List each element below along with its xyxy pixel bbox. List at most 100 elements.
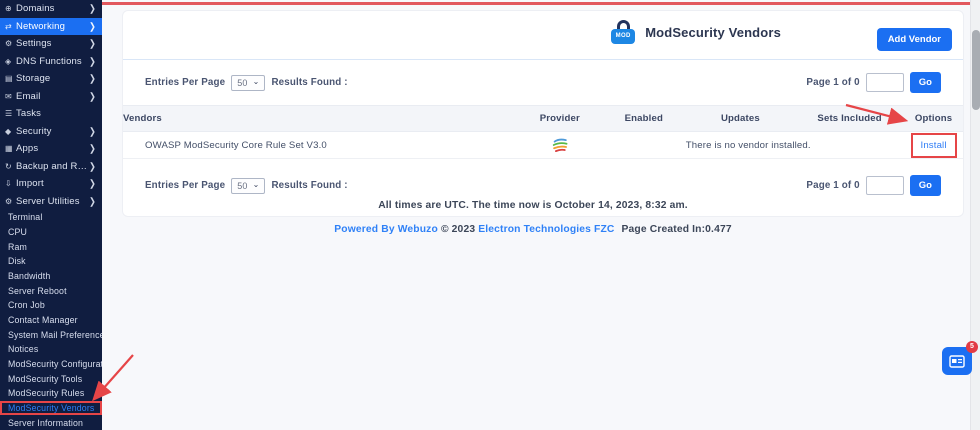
storage-icon: ▤: [5, 74, 16, 83]
sidebar-item-modsecurity-tools[interactable]: ModSecurity Tools: [0, 371, 102, 386]
page: ⊕ Domains ❯ ⇄ Networking ❯ ⚙ Settings ❯ …: [0, 0, 980, 430]
owasp-crs-logo-icon: [551, 136, 569, 154]
page-number-input[interactable]: [866, 73, 904, 92]
provider-cell: [518, 136, 602, 154]
sidebar: ⊕ Domains ❯ ⇄ Networking ❯ ⚙ Settings ❯ …: [0, 0, 102, 430]
page-number-input[interactable]: [866, 176, 904, 195]
chevron-right-icon: ❯: [89, 56, 96, 67]
chevron-right-icon: ❯: [89, 3, 96, 14]
newspaper-icon: [949, 355, 965, 368]
results-found-label: Results Found :: [271, 77, 347, 88]
entries-per-page-select[interactable]: 50 ⌄: [231, 75, 265, 91]
sidebar-item-tasks[interactable]: ☰ Tasks: [0, 105, 102, 123]
install-annotation-box: Install: [911, 133, 957, 158]
entries-per-page-label: Entries Per Page: [145, 180, 225, 191]
modsecurity-vendors-card: MOD ModSecurity Vendors Add Vendor Entri…: [122, 10, 964, 217]
entries-per-page-label: Entries Per Page: [145, 77, 225, 88]
options-cell: Install: [904, 133, 963, 158]
chevron-right-icon: ❯: [89, 178, 96, 189]
news-widget-button[interactable]: 5: [942, 347, 972, 375]
column-header-vendors: Vendors: [123, 106, 518, 131]
page-indicator: Page 1 of 0: [806, 77, 859, 88]
column-header-options: Options: [904, 106, 963, 131]
sidebar-item-dns-functions[interactable]: ◈ DNS Functions ❯: [0, 53, 102, 71]
backup-restore-icon: ↻: [5, 162, 16, 171]
sidebar-item-storage[interactable]: ▤ Storage ❯: [0, 70, 102, 88]
chevron-down-icon: ⌄: [253, 180, 260, 189]
install-link[interactable]: Install: [921, 140, 947, 151]
electron-technologies-link[interactable]: Electron Technologies FZC: [478, 224, 614, 235]
chevron-down-icon: ⌄: [253, 77, 260, 86]
sidebar-item-system-mail-preferences[interactable]: System Mail Preferences: [0, 327, 102, 342]
apps-icon: ▦: [5, 144, 16, 153]
wrench-icon: ⚙: [5, 39, 16, 48]
sidebar-item-domains[interactable]: ⊕ Domains ❯: [0, 0, 102, 18]
column-header-sets-included: Sets Included: [795, 106, 904, 131]
sidebar-item-cpu[interactable]: CPU: [0, 225, 102, 240]
sidebar-item-email[interactable]: ✉ Email ❯: [0, 88, 102, 106]
sidebar-item-modsecurity-rules[interactable]: ModSecurity Rules: [0, 386, 102, 401]
results-found-label: Results Found :: [271, 180, 347, 191]
sidebar-item-bandwidth[interactable]: Bandwidth: [0, 269, 102, 284]
sidebar-item-modsecurity-vendors[interactable]: ModSecurity Vendors: [0, 401, 102, 416]
go-button[interactable]: Go: [910, 175, 941, 196]
page-footer: All times are UTC. The time now is Octob…: [102, 200, 964, 235]
lock-icon-label: MOD: [616, 33, 631, 39]
sidebar-item-settings[interactable]: ⚙ Settings ❯: [0, 35, 102, 53]
add-vendor-button[interactable]: Add Vendor: [877, 28, 952, 51]
copyright-text: © 2023: [441, 224, 475, 235]
shield-icon: ◆: [5, 127, 16, 136]
sidebar-item-server-information[interactable]: Server Information: [0, 415, 102, 430]
sidebar-item-terminal[interactable]: Terminal: [0, 210, 102, 225]
globe-icon: ⊕: [5, 4, 16, 13]
sidebar-item-cron-job[interactable]: Cron Job: [0, 298, 102, 313]
sidebar-item-server-utilities[interactable]: ⚙ Server Utilities ❯: [0, 193, 102, 211]
chevron-right-icon: ❯: [89, 73, 96, 84]
sidebar-item-label: Import: [16, 178, 89, 189]
sidebar-item-ram[interactable]: Ram: [0, 239, 102, 254]
card-header: MOD ModSecurity Vendors Add Vendor: [123, 11, 963, 53]
email-icon: ✉: [5, 92, 16, 101]
table-header-row: Vendors Provider Enabled Updates Sets In…: [123, 105, 963, 132]
scrollbar-thumb[interactable]: [972, 30, 980, 110]
sidebar-item-label: DNS Functions: [16, 56, 89, 67]
column-header-enabled: Enabled: [602, 106, 686, 131]
vendor-name: OWASP ModSecurity Core Rule Set V3.0: [123, 140, 518, 151]
chevron-right-icon: ❯: [89, 161, 96, 172]
go-button[interactable]: Go: [910, 72, 941, 93]
sidebar-item-networking[interactable]: ⇄ Networking ❯: [0, 18, 102, 36]
page-indicator: Page 1 of 0: [806, 180, 859, 191]
sidebar-item-contact-manager[interactable]: Contact Manager: [0, 313, 102, 328]
chevron-right-icon: ❯: [89, 196, 96, 207]
chevron-right-icon: ❯: [89, 38, 96, 49]
top-red-divider: [102, 2, 980, 5]
page-title: ModSecurity Vendors: [645, 25, 781, 40]
toolbar-top: Entries Per Page 50 ⌄ Results Found : Pa…: [123, 60, 963, 103]
server-utilities-icon: ⚙: [5, 197, 16, 206]
sidebar-item-apps[interactable]: ▦ Apps ❯: [0, 140, 102, 158]
column-header-updates: Updates: [686, 106, 795, 131]
table-row: OWASP ModSecurity Core Rule Set V3.0 The…: [123, 132, 963, 159]
server-utilities-submenu: Terminal CPU Ram Disk Bandwidth Server R…: [0, 210, 102, 430]
utc-time-note: All times are UTC. The time now is Octob…: [102, 200, 964, 211]
sidebar-item-server-reboot[interactable]: Server Reboot: [0, 283, 102, 298]
chevron-right-icon: ❯: [89, 143, 96, 154]
import-icon: ⇩: [5, 179, 16, 188]
chevron-right-icon: ❯: [89, 91, 96, 102]
network-icon: ⇄: [5, 22, 16, 31]
entries-per-page-select[interactable]: 50 ⌄: [231, 178, 265, 194]
sidebar-item-security[interactable]: ◆ Security ❯: [0, 123, 102, 141]
chevron-right-icon: ❯: [89, 21, 96, 32]
sidebar-item-import[interactable]: ⇩ Import ❯: [0, 175, 102, 193]
page-created-time: Page Created In:0.477: [622, 224, 732, 235]
notification-badge: 5: [966, 341, 978, 353]
sidebar-item-modsecurity-configuration[interactable]: ModSecurity Configuration: [0, 357, 102, 372]
dns-icon: ◈: [5, 57, 16, 66]
sidebar-item-label: Tasks: [16, 108, 96, 119]
sidebar-item-backup-and-restore[interactable]: ↻ Backup and Restore ❯: [0, 158, 102, 176]
powered-by-webuzo-link[interactable]: Powered By Webuzo: [334, 224, 438, 235]
vendors-table: Vendors Provider Enabled Updates Sets In…: [123, 105, 963, 159]
modsecurity-lock-icon: MOD: [610, 20, 636, 44]
sidebar-item-disk[interactable]: Disk: [0, 254, 102, 269]
sidebar-item-notices[interactable]: Notices: [0, 342, 102, 357]
